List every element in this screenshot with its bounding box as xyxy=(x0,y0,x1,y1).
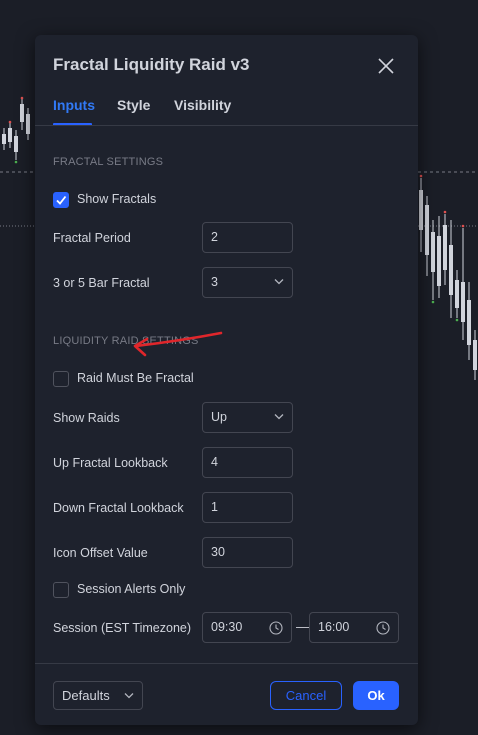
chevron-down-icon xyxy=(274,414,284,420)
show-fractals-checkbox[interactable] xyxy=(53,192,69,208)
settings-dialog: Fractal Liquidity Raid v3 Inputs Style V… xyxy=(35,35,418,725)
session-alerts-only-checkbox[interactable] xyxy=(53,582,69,598)
bar-fractal-label: 3 or 5 Bar Fractal xyxy=(53,276,150,290)
session-start-value: 09:30 xyxy=(211,620,243,634)
down-fractal-lookback-label: Down Fractal Lookback xyxy=(53,501,184,515)
session-start-input[interactable]: 09:30 xyxy=(202,612,292,643)
defaults-dropdown[interactable]: Defaults xyxy=(53,681,143,710)
footer-divider xyxy=(35,663,418,664)
bar-fractal-value: 3 xyxy=(211,275,218,289)
fractal-period-label: Fractal Period xyxy=(53,231,131,245)
tab-style[interactable]: Style xyxy=(117,97,150,113)
defaults-label: Defaults xyxy=(62,688,110,703)
clock-icon xyxy=(269,621,283,635)
dialog-title: Fractal Liquidity Raid v3 xyxy=(53,55,250,74)
tab-visibility[interactable]: Visibility xyxy=(174,97,231,113)
session-alerts-only-label: Session Alerts Only xyxy=(77,582,186,596)
show-raids-label: Show Raids xyxy=(53,411,120,425)
raid-must-be-fractal-checkbox[interactable] xyxy=(53,371,69,387)
session-end-value: 16:00 xyxy=(318,620,350,634)
fractal-period-input[interactable]: 2 xyxy=(202,222,293,253)
section-header-fractal: FRACTAL SETTINGS xyxy=(53,156,164,168)
tab-divider xyxy=(35,125,418,126)
section-header-liquidity-raid: LIQUIDITY RAID SETTINGS xyxy=(53,335,199,347)
clock-icon xyxy=(376,621,390,635)
down-fractal-lookback-input[interactable]: 1 xyxy=(202,492,293,523)
show-raids-select[interactable]: Up xyxy=(202,402,293,433)
session-separator: — xyxy=(296,619,309,634)
ok-button[interactable]: Ok xyxy=(353,681,399,710)
session-label: Session (EST Timezone) xyxy=(53,621,192,635)
tab-inputs[interactable]: Inputs xyxy=(53,97,95,113)
up-fractal-lookback-input[interactable]: 4 xyxy=(202,447,293,478)
chevron-down-icon xyxy=(274,279,284,285)
icon-offset-value-input[interactable]: 30 xyxy=(202,537,293,568)
session-end-input[interactable]: 16:00 xyxy=(309,612,399,643)
icon-offset-value-label: Icon Offset Value xyxy=(53,546,148,560)
show-fractals-label: Show Fractals xyxy=(77,192,157,206)
up-fractal-lookback-label: Up Fractal Lookback xyxy=(53,456,168,470)
raid-must-be-fractal-label: Raid Must Be Fractal xyxy=(77,371,194,385)
chevron-down-icon xyxy=(124,693,134,699)
show-raids-value: Up xyxy=(211,410,227,424)
checkmark-icon xyxy=(56,195,67,205)
close-icon[interactable] xyxy=(375,55,397,77)
cancel-button[interactable]: Cancel xyxy=(270,681,342,710)
bar-fractal-select[interactable]: 3 xyxy=(202,267,293,298)
